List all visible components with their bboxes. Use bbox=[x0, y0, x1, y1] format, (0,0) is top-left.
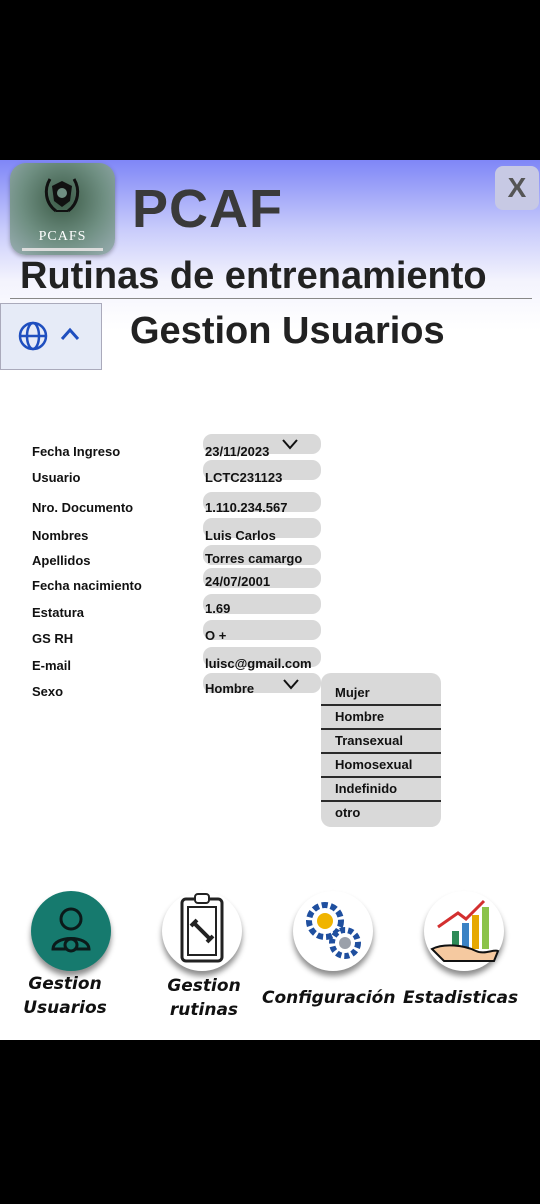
usuario-value: LCTC231123 bbox=[205, 470, 283, 485]
label-fecha-nacimiento: Fecha nacimiento bbox=[32, 578, 142, 593]
logo-tagline-bar bbox=[22, 248, 103, 251]
sexo-value: Hombre bbox=[205, 681, 255, 696]
pcafs-logo: PCAFS bbox=[10, 163, 115, 255]
option-label: Indefinido bbox=[335, 781, 398, 796]
nav-configuracion[interactable] bbox=[293, 891, 373, 971]
sexo-option-mujer[interactable]: Mujer bbox=[321, 681, 441, 706]
nav-label-line1: Gestion bbox=[167, 976, 241, 996]
label-sexo: Sexo bbox=[32, 684, 64, 699]
nav-gestion-usuarios[interactable] bbox=[31, 891, 111, 971]
nav-gestion-rutinas[interactable] bbox=[162, 891, 242, 971]
option-label: Hombre bbox=[335, 709, 385, 724]
chevron-down-icon[interactable] bbox=[281, 438, 299, 450]
chevron-down-icon[interactable] bbox=[282, 678, 300, 690]
nombres-value: Luis Carlos bbox=[205, 528, 276, 543]
apellidos-value: Torres camargo bbox=[205, 551, 303, 566]
sexo-option-homosexual[interactable]: Homosexual bbox=[321, 753, 441, 778]
sexo-option-indefinido[interactable]: Indefinido bbox=[321, 777, 441, 802]
app-screen: PCAFS PCAF X Rutinas de entrenamiento Ge… bbox=[0, 160, 540, 1040]
laurel-shield-icon bbox=[44, 178, 80, 213]
section-title: Gestion Usuarios bbox=[130, 310, 445, 352]
user-gear-icon bbox=[51, 907, 91, 953]
fecha-ingreso-value: 23/11/2023 bbox=[205, 444, 270, 459]
option-label: Homosexual bbox=[335, 757, 413, 772]
gears-icon bbox=[306, 902, 361, 959]
globe-icon bbox=[18, 321, 48, 351]
nav-label-line2: rutinas bbox=[169, 1000, 239, 1020]
sexo-options-list: Mujer Hombre Transexual Homosexual Indef… bbox=[321, 673, 441, 827]
label-gs-rh: GS RH bbox=[32, 631, 74, 646]
app-name: PCAF bbox=[132, 179, 283, 239]
label-usuario: Usuario bbox=[32, 470, 81, 485]
label-estatura: Estatura bbox=[32, 605, 85, 620]
option-label: otro bbox=[335, 805, 361, 820]
label-email: E-mail bbox=[32, 658, 72, 673]
label-apellidos: Apellidos bbox=[32, 553, 91, 568]
logo-text: PCAFS bbox=[38, 229, 87, 244]
language-selector[interactable] bbox=[0, 303, 102, 370]
nav-label-line2: Usuarios bbox=[23, 998, 107, 1018]
chart-hand-icon bbox=[430, 899, 500, 962]
chevron-up-icon bbox=[60, 327, 80, 340]
fecha-nacimiento-value: 24/07/2001 bbox=[205, 574, 271, 589]
label-nro-documento: Nro. Documento bbox=[32, 500, 134, 515]
option-label: Mujer bbox=[335, 685, 370, 700]
label-fecha-ingreso: Fecha Ingreso bbox=[32, 444, 121, 459]
nro-documento-value: 1.110.234.567 bbox=[205, 500, 288, 515]
nav-label-estadisticas: Estadisticas bbox=[403, 988, 519, 1008]
option-label: Transexual bbox=[335, 733, 403, 748]
email-value: luisc@gmail.com bbox=[205, 656, 312, 671]
page-subtitle: Rutinas de entrenamiento bbox=[20, 255, 487, 297]
gs-rh-value: O + bbox=[205, 628, 227, 643]
nav-label-gestion-rutinas: Gestion rutinas bbox=[159, 974, 249, 1022]
header-divider bbox=[10, 298, 532, 299]
sexo-option-transexual[interactable]: Transexual bbox=[321, 729, 441, 754]
sexo-option-otro[interactable]: otro bbox=[321, 801, 441, 824]
nav-estadisticas[interactable] bbox=[424, 891, 504, 971]
sexo-option-hombre[interactable]: Hombre bbox=[321, 705, 441, 730]
label-nombres: Nombres bbox=[32, 528, 89, 543]
clipboard-dumbbell-icon bbox=[180, 893, 224, 963]
nav-label-line1: Gestion bbox=[28, 974, 102, 994]
nav-label-gestion-usuarios: Gestion Usuarios bbox=[20, 972, 110, 1020]
estatura-value: 1.69 bbox=[205, 601, 231, 616]
close-button[interactable]: X bbox=[495, 166, 539, 210]
nav-label-configuracion: Configuración bbox=[262, 988, 396, 1008]
